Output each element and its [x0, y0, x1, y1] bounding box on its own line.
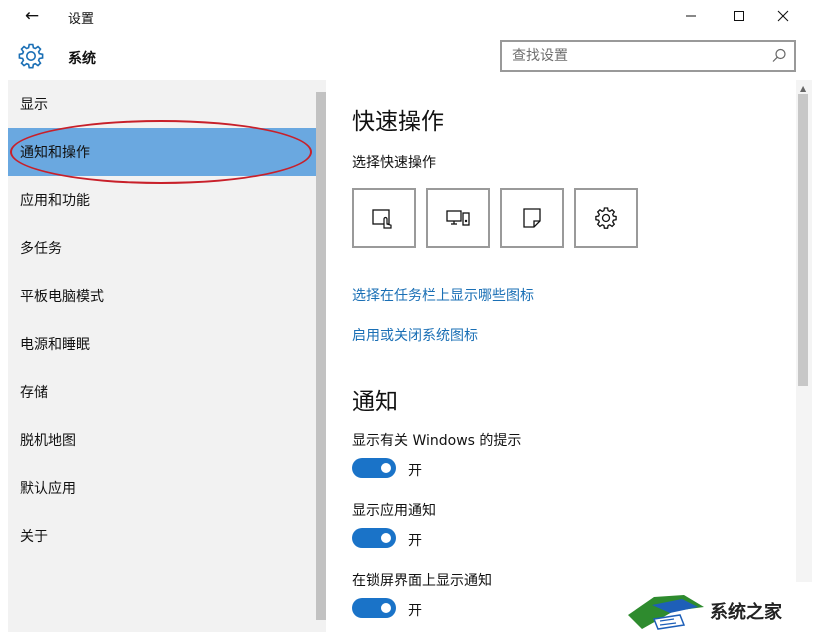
toggle-state-label: 开 — [408, 603, 422, 619]
search-input[interactable] — [502, 42, 752, 70]
sidebar-item-label: 显示 — [20, 97, 48, 113]
search-box[interactable] — [500, 40, 796, 72]
watermark-text: 系统之家 — [710, 602, 782, 623]
toggle-knob — [381, 533, 391, 543]
title-bar: ← 设置 — [0, 0, 816, 32]
quick-action-note[interactable] — [500, 188, 564, 248]
sidebar: 显示 通知和操作 应用和功能 多任务 平板电脑模式 电源和睡眠 存储 脱机地图 … — [8, 80, 326, 632]
page-title: 系统 — [68, 51, 96, 67]
close-icon — [777, 10, 789, 22]
back-arrow-icon: ← — [24, 6, 40, 26]
toggle-app-notifications[interactable] — [352, 528, 396, 548]
note-icon — [523, 208, 541, 228]
sidebar-item-label: 应用和功能 — [20, 193, 90, 209]
system-icons-link[interactable]: 启用或关闭系统图标 — [352, 325, 478, 345]
back-button[interactable]: ← — [16, 4, 48, 28]
toggle-windows-tips[interactable] — [352, 458, 396, 478]
sidebar-item-about[interactable]: 关于 — [8, 512, 316, 560]
quick-actions-subheading: 选择快速操作 — [352, 155, 436, 171]
sidebar-item-offline-maps[interactable]: 脱机地图 — [8, 416, 316, 464]
sidebar-item-label: 通知和操作 — [20, 145, 90, 161]
quick-action-project[interactable] — [426, 188, 490, 248]
toggle-knob — [381, 463, 391, 473]
notifications-heading: 通知 — [352, 389, 398, 415]
sidebar-item-multitasking[interactable]: 多任务 — [8, 224, 316, 272]
taskbar-icons-link[interactable]: 选择在任务栏上显示哪些图标 — [352, 285, 534, 305]
toggle-state-label: 开 — [408, 463, 422, 479]
maximize-icon — [734, 11, 744, 21]
scroll-up-arrow-icon[interactable]: ▲ — [800, 84, 806, 93]
minimize-icon — [686, 15, 696, 17]
toggle-lock-screen-notifications[interactable] — [352, 598, 396, 618]
toggle-knob — [381, 603, 391, 613]
minimize-button[interactable] — [668, 0, 714, 32]
close-button[interactable] — [760, 0, 806, 32]
main-content: 快速操作 选择快速操作 选择在任务栏上显示哪些图标 启用或关闭系统图标 通知 显… — [326, 80, 816, 640]
watermark: 系统之家 — [620, 582, 816, 640]
tablet-mode-icon — [372, 209, 392, 229]
sidebar-scrollbar[interactable] — [316, 92, 326, 620]
setting-label-lock-screen-notifications: 在锁屏界面上显示通知 — [352, 573, 492, 589]
sidebar-item-label: 存储 — [20, 385, 48, 401]
setting-label-windows-tips: 显示有关 Windows 的提示 — [352, 433, 522, 449]
window-title: 设置 — [68, 12, 95, 27]
sidebar-item-label: 关于 — [20, 529, 48, 545]
sidebar-item-label: 多任务 — [20, 241, 62, 257]
toggle-state-label: 开 — [408, 533, 422, 549]
sidebar-item-tablet-mode[interactable]: 平板电脑模式 — [8, 272, 316, 320]
watermark-logo — [628, 595, 704, 630]
sidebar-item-display[interactable]: 显示 — [8, 80, 316, 128]
sidebar-item-apps-features[interactable]: 应用和功能 — [8, 176, 316, 224]
quick-action-tablet-mode[interactable] — [352, 188, 416, 248]
sidebar-item-default-apps[interactable]: 默认应用 — [8, 464, 316, 512]
main-scroll-thumb[interactable] — [798, 94, 808, 386]
setting-label-app-notifications: 显示应用通知 — [352, 503, 436, 519]
maximize-button[interactable] — [716, 0, 762, 32]
sidebar-item-label: 脱机地图 — [20, 433, 76, 449]
page-header: 系统 — [0, 32, 816, 80]
quick-actions-heading: 快速操作 — [352, 109, 444, 135]
settings-icon — [595, 207, 617, 229]
quick-action-settings[interactable] — [574, 188, 638, 248]
gear-icon — [18, 43, 44, 69]
project-icon — [446, 210, 470, 226]
sidebar-item-storage[interactable]: 存储 — [8, 368, 316, 416]
sidebar-item-power-sleep[interactable]: 电源和睡眠 — [8, 320, 316, 368]
sidebar-item-label: 默认应用 — [20, 481, 76, 497]
settings-window: ← 设置 系统 显示 通知和操作 — [0, 0, 816, 640]
sidebar-item-label: 平板电脑模式 — [20, 289, 104, 305]
sidebar-item-notifications[interactable]: 通知和操作 — [8, 128, 316, 176]
search-icon[interactable] — [770, 47, 788, 65]
sidebar-item-label: 电源和睡眠 — [20, 337, 90, 353]
